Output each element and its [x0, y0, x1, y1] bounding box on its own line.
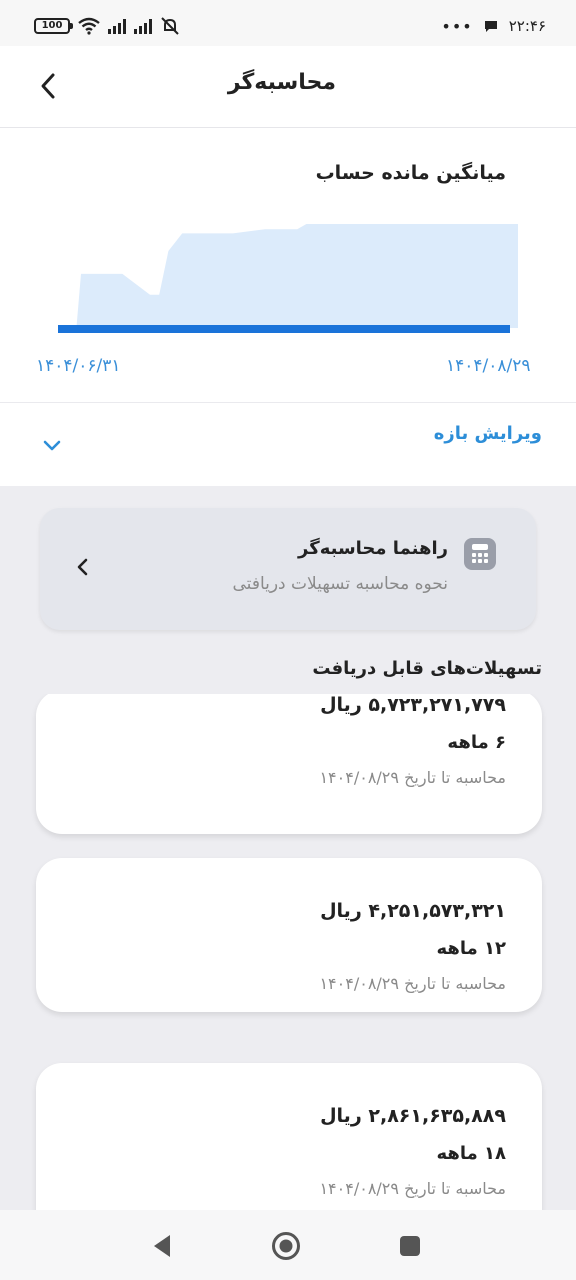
- nav-back-button[interactable]: [146, 1230, 178, 1262]
- balance-chart-card: میانگین مانده حساب ۱۴۰۴/۰۶/۳۱ ۱۴۰۴/۰۸/۲۹: [0, 128, 576, 402]
- loan-card-18-months[interactable]: ۲,۸۶۱,۶۳۵,۸۸۹ ریال ۱۸ ماهه محاسبه تا تار…: [36, 1063, 542, 1210]
- nav-home-button[interactable]: [270, 1230, 302, 1262]
- edit-range-row[interactable]: ویرایش بازه: [0, 402, 576, 486]
- triangle-back-icon: [154, 1235, 170, 1257]
- back-button[interactable]: [30, 68, 66, 104]
- loan-amount: ۴,۲۵۱,۵۷۳,۳۲۱ ریال: [320, 900, 506, 922]
- guide-subtitle: نحوه محاسبه تسهیلات دریافتی: [232, 574, 448, 594]
- loan-term: ۱۸ ماهه: [436, 1143, 506, 1164]
- loans-section-title: تسهیلات‌های قابل دریافت: [312, 658, 542, 679]
- system-nav-bar: [0, 1210, 576, 1280]
- wifi-icon: [78, 17, 100, 35]
- loan-amount: ۵,۷۲۳,۲۷۱,۷۷۹ ریال: [320, 694, 506, 716]
- more-indicator: •••: [441, 16, 473, 36]
- mute-icon: [161, 17, 179, 35]
- calculator-guide-card[interactable]: راهنما محاسبه‌گر نحوه محاسبه تسهیلات دری…: [40, 508, 536, 630]
- loan-date-note: محاسبه تا تاریخ ۱۴۰۴/۰۸/۲۹: [319, 768, 506, 787]
- battery-icon: 100: [34, 18, 73, 34]
- loan-card-12-months[interactable]: ۴,۲۵۱,۵۷۳,۳۲۱ ریال ۱۲ ماهه محاسبه تا تار…: [36, 858, 542, 1012]
- loans-list[interactable]: ۵,۷۲۳,۲۷۱,۷۷۹ ریال ۶ ماهه محاسبه تا تاری…: [0, 694, 576, 1210]
- loan-card-6-months[interactable]: ۵,۷۲۳,۲۷۱,۷۷۹ ریال ۶ ماهه محاسبه تا تاری…: [36, 694, 542, 834]
- loan-amount: ۲,۸۶۱,۶۳۵,۸۸۹ ریال: [320, 1105, 506, 1127]
- chart-start-date: ۱۴۰۴/۰۶/۳۱: [36, 356, 121, 376]
- clock: ۲۲:۴۶: [508, 17, 546, 35]
- chart-end-date: ۱۴۰۴/۰۸/۲۹: [446, 356, 531, 376]
- square-recents-icon: [400, 1236, 420, 1256]
- page-title: محاسبه‌گر: [227, 70, 336, 95]
- loan-date-note: محاسبه تا تاریخ ۱۴۰۴/۰۸/۲۹: [319, 1179, 506, 1198]
- chart-area-series: [58, 224, 518, 328]
- app-header: محاسبه‌گر: [0, 46, 576, 128]
- signal-icon-2: [134, 18, 152, 34]
- loan-date-note: محاسبه تا تاریخ ۱۴۰۴/۰۸/۲۹: [319, 974, 506, 993]
- chat-icon: [484, 21, 497, 32]
- loan-term: ۱۲ ماهه: [436, 938, 506, 959]
- chevron-left-icon: [77, 558, 88, 576]
- status-bar: 100 ••• ۲۲:۴۶: [0, 0, 576, 46]
- chevron-down-icon[interactable]: [40, 433, 64, 457]
- loan-term: ۶ ماهه: [447, 732, 506, 753]
- chart-baseline: [58, 325, 510, 333]
- edit-range-label: ویرایش بازه: [433, 423, 542, 444]
- nav-recents-button[interactable]: [394, 1230, 426, 1262]
- calculator-icon: [464, 538, 496, 570]
- guide-title: راهنما محاسبه‌گر: [298, 538, 448, 559]
- signal-icon: [108, 18, 126, 34]
- home-circle-icon: [272, 1232, 300, 1260]
- chevron-left-icon: [41, 73, 55, 99]
